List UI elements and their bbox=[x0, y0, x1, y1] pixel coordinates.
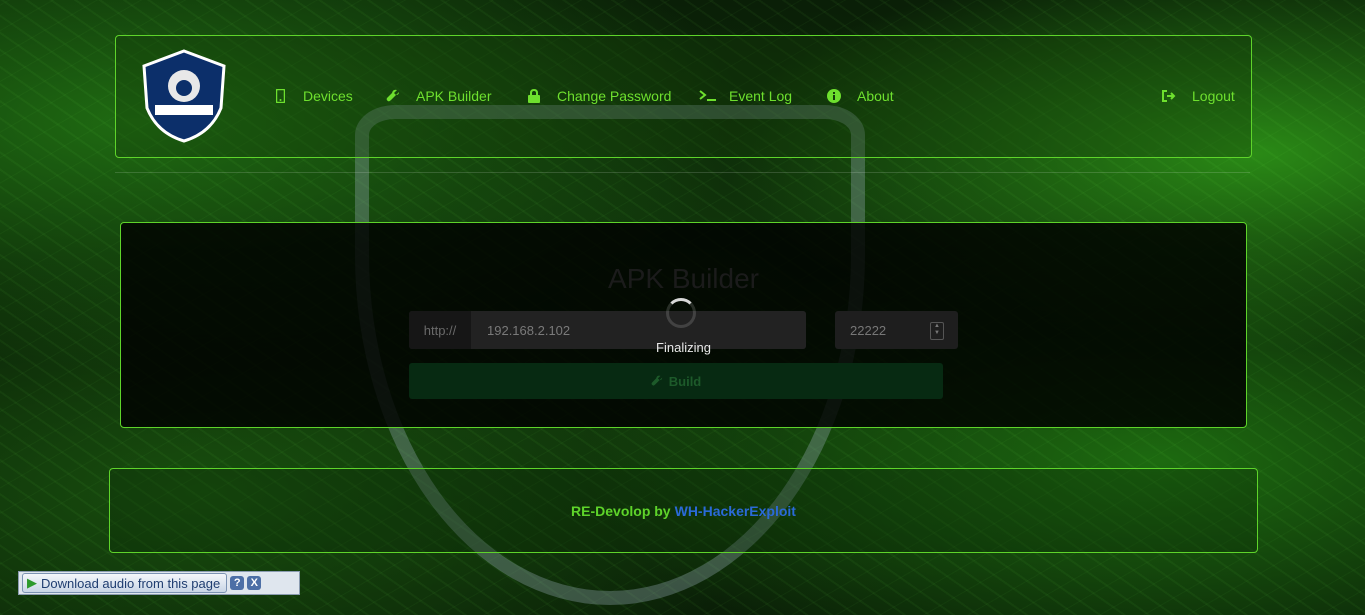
wrench-icon bbox=[386, 89, 400, 103]
close-button[interactable]: X bbox=[247, 576, 262, 590]
header-divider bbox=[115, 172, 1250, 173]
mobile-icon bbox=[273, 89, 287, 103]
host-input-group: http:// bbox=[409, 311, 806, 349]
footer-author-link[interactable]: WH-HackerExploit bbox=[675, 503, 796, 519]
download-audio-button[interactable]: ▶ Download audio from this page bbox=[22, 573, 228, 593]
nav-event-log[interactable]: Event Log bbox=[699, 88, 792, 104]
nav-event-log-label: Event Log bbox=[729, 88, 793, 104]
help-button[interactable]: ? bbox=[230, 576, 245, 590]
info-circle-icon bbox=[827, 89, 841, 103]
terminal-icon bbox=[699, 89, 717, 103]
build-button-label: Build bbox=[668, 373, 702, 389]
port-input[interactable] bbox=[835, 321, 932, 339]
play-icon: ▶ bbox=[27, 575, 37, 590]
nav-logout-label: Logout bbox=[1192, 88, 1235, 104]
port-stepper[interactable]: ▲ ▼ bbox=[930, 322, 944, 340]
footer-text: RE-Devolop by bbox=[571, 502, 671, 519]
nav-apk-builder[interactable]: APK Builder bbox=[386, 88, 491, 104]
wrench-icon bbox=[651, 375, 663, 387]
sign-out-icon bbox=[1162, 89, 1176, 103]
download-audio-label: Download audio from this page bbox=[41, 575, 221, 591]
apk-builder-panel: APK Builder http:// ▲▼ Build Finalizing bbox=[120, 222, 1247, 428]
nav-change-password-label: Change Password bbox=[557, 88, 672, 104]
nav-about[interactable]: About bbox=[827, 88, 894, 104]
nav-logout[interactable]: Logout bbox=[1162, 88, 1235, 104]
nav-devices[interactable]: Devices bbox=[273, 88, 353, 104]
top-navbar: Devices APK Builder Change Password Even… bbox=[115, 35, 1252, 158]
protocol-addon: http:// bbox=[409, 311, 471, 349]
nav-change-password[interactable]: Change Password bbox=[527, 88, 671, 104]
port-field: ▲▼ bbox=[835, 311, 958, 349]
brand-logo[interactable] bbox=[141, 48, 227, 144]
page-title: APK Builder bbox=[608, 263, 759, 294]
lock-icon bbox=[527, 89, 541, 103]
nav-apk-builder-label: APK Builder bbox=[416, 88, 492, 104]
loading-spinner bbox=[666, 298, 696, 328]
loading-text: Finalizing bbox=[656, 340, 711, 355]
nav-about-label: About bbox=[857, 88, 894, 104]
nav-devices-label: Devices bbox=[303, 88, 353, 104]
download-audio-bar: ▶ Download audio from this page ? X bbox=[18, 571, 300, 595]
footer: RE-Devolop by WH-HackerExploit bbox=[109, 468, 1258, 553]
build-button[interactable]: Build bbox=[409, 363, 943, 399]
